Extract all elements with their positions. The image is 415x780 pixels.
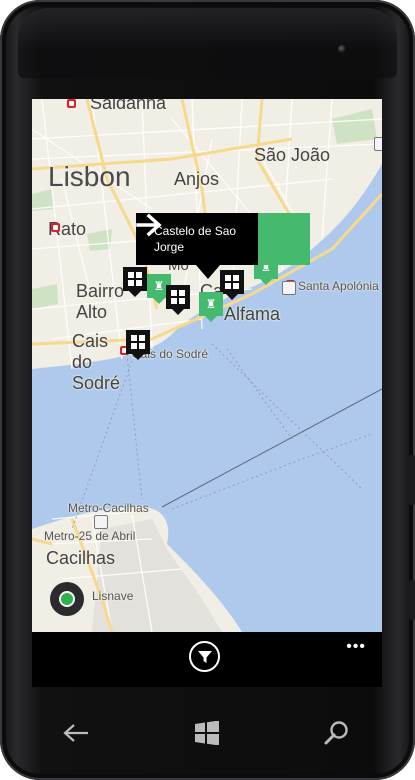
- callout-go-button[interactable]: [136, 213, 310, 265]
- transit-stop-icon: [282, 281, 296, 295]
- app-bar: •••: [32, 632, 382, 687]
- map-pin-attraction[interactable]: [220, 270, 244, 300]
- map-pin-landmark[interactable]: ♜: [199, 292, 223, 322]
- label-metro-25-abril: Metro-25 de Abril: [44, 529, 136, 543]
- label-lisnave: Lisnave: [92, 589, 134, 603]
- arrow-right-icon: [136, 213, 162, 237]
- ferry-stop-icon: [94, 515, 108, 529]
- phone-frame: Saldanha São João Lisbon Anjos Rato Bair…: [0, 0, 415, 780]
- train-station-icon: [67, 99, 76, 108]
- back-arrow-icon: [63, 724, 88, 742]
- train-station-icon: [51, 223, 60, 232]
- back-button[interactable]: [61, 718, 91, 748]
- search-button[interactable]: [322, 718, 352, 748]
- location-dot-icon: [61, 593, 73, 605]
- search-icon: [324, 721, 348, 745]
- camera-button: [409, 580, 415, 620]
- windows-logo-icon: [195, 721, 219, 745]
- grid-icon: [131, 335, 145, 349]
- castle-icon: ♜: [205, 297, 217, 311]
- label-santa-apolonia: Santa Apolónia: [298, 279, 379, 293]
- place-callout[interactable]: Castelo de Sao Jorge: [136, 213, 310, 265]
- grid-icon: [225, 275, 239, 289]
- filter-button[interactable]: [189, 641, 220, 672]
- map-pin-attraction[interactable]: [126, 330, 150, 360]
- label-metro-cacilhas: Metro-Cacilhas: [68, 501, 149, 515]
- callout-pointer: [196, 265, 220, 279]
- phone-screen: Saldanha São João Lisbon Anjos Rato Bair…: [32, 99, 382, 687]
- phone-bezel-top: [18, 8, 397, 78]
- volume-button: [409, 455, 415, 505]
- castle-icon: ♜: [153, 279, 165, 293]
- label-cais-do-sodre: Cais do Sodré: [72, 331, 121, 393]
- label-anjos: Anjos: [174, 169, 220, 189]
- label-cacilhas: Cacilhas: [46, 548, 116, 568]
- grid-icon: [171, 290, 185, 304]
- label-saldanha: Saldanha: [90, 99, 167, 113]
- more-options-button[interactable]: •••: [346, 638, 366, 656]
- start-button[interactable]: [192, 718, 222, 748]
- label-sao-joao: São João: [254, 145, 331, 165]
- map-pin-attraction[interactable]: [123, 267, 147, 297]
- label-lisbon: Lisbon: [48, 161, 131, 192]
- map-pin-attraction[interactable]: [166, 285, 190, 315]
- label-alfama: Alfama: [224, 304, 281, 324]
- transit-stop-icon: [374, 137, 382, 151]
- locate-me-button[interactable]: [50, 582, 84, 616]
- front-camera: [338, 45, 346, 53]
- filter-icon: [197, 650, 212, 663]
- grid-icon: [128, 272, 142, 286]
- map-view[interactable]: Saldanha São João Lisbon Anjos Rato Bair…: [32, 99, 382, 632]
